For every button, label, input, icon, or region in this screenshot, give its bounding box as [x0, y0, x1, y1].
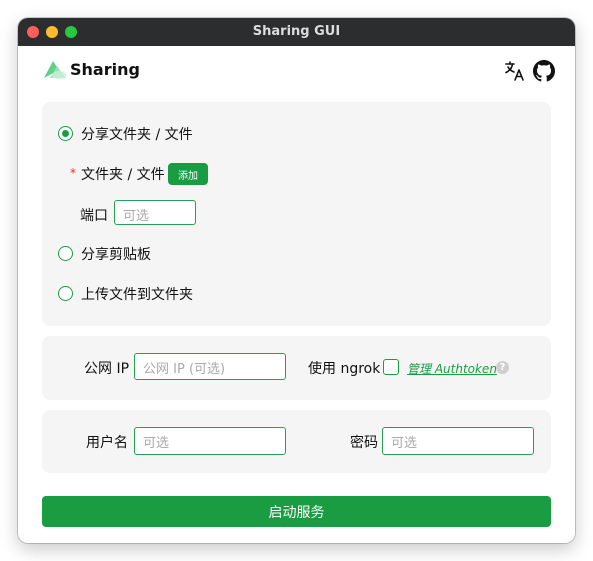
- radio-button[interactable]: [58, 286, 73, 301]
- username-label: 用户名: [86, 435, 128, 451]
- radio-label: 分享文件夹 / 文件: [81, 127, 193, 143]
- app-logo-icon: [44, 61, 66, 79]
- start-service-button[interactable]: 启动服务: [42, 496, 551, 527]
- share-mode-panel: 分享文件夹 / 文件 * 文件夹 / 文件 添加 端口 可选 分享剪贴板 上传文件…: [42, 102, 551, 326]
- ngrok-checkbox[interactable]: [383, 359, 399, 375]
- app-window: Sharing GUI Sharing 分享文件夹 / 文件 * 文件夹 / 文…: [18, 18, 575, 543]
- network-panel: 公网 IP 公网 IP (可选) 使用 ngrok 管理 Authtoken ?: [42, 336, 551, 400]
- window-title: Sharing GUI: [252, 24, 341, 39]
- radio-button[interactable]: [58, 126, 73, 141]
- app-brand: Sharing: [70, 60, 140, 79]
- title-bar: Sharing GUI: [18, 18, 575, 46]
- github-icon[interactable]: [533, 60, 555, 82]
- add-files-button[interactable]: 添加: [168, 163, 208, 185]
- public-ip-label: 公网 IP: [84, 361, 130, 377]
- radio-button[interactable]: [58, 246, 73, 261]
- radio-label: 上传文件到文件夹: [81, 287, 193, 303]
- manage-authtoken-link[interactable]: 管理 Authtoken: [407, 360, 497, 377]
- username-input[interactable]: 可选: [134, 427, 286, 455]
- port-label: 端口: [80, 208, 108, 224]
- ngrok-label: 使用 ngrok: [308, 361, 381, 377]
- required-mark: *: [70, 166, 76, 180]
- radio-label: 分享剪贴板: [81, 247, 151, 263]
- port-input[interactable]: 可选: [114, 200, 196, 225]
- password-label: 密码: [350, 435, 378, 451]
- files-field-label: * 文件夹 / 文件: [70, 164, 165, 184]
- translate-icon[interactable]: [504, 60, 526, 82]
- app-header: Sharing: [42, 58, 555, 84]
- files-label-text: 文件夹 / 文件: [81, 167, 165, 183]
- public-ip-input[interactable]: 公网 IP (可选): [134, 353, 286, 380]
- auth-panel: 用户名 可选 密码 可选: [42, 410, 551, 473]
- password-input[interactable]: 可选: [382, 427, 534, 455]
- help-icon[interactable]: ?: [496, 361, 509, 374]
